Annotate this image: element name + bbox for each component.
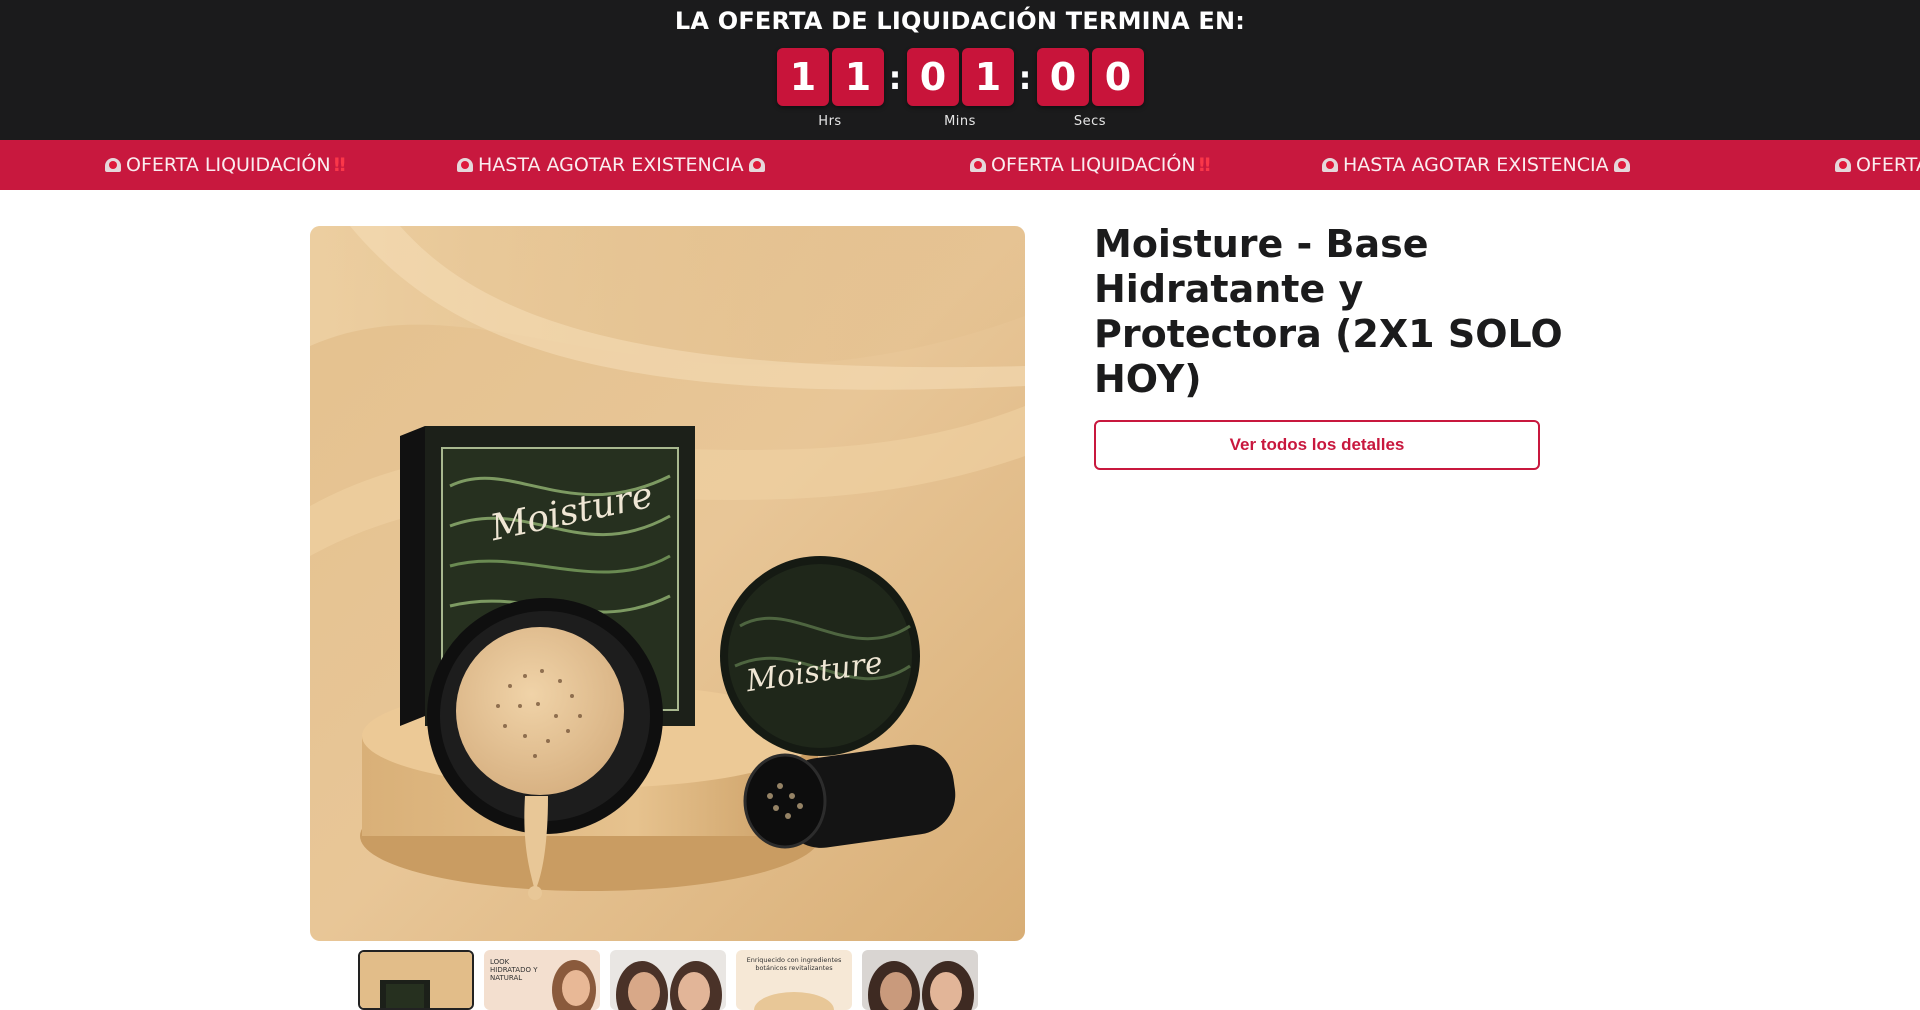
thumbnail-caption: LOOK HIDRATADO Y NATURAL bbox=[490, 958, 538, 982]
double-exclamation-icon: !! bbox=[332, 154, 347, 176]
thumbnail-4[interactable]: Enriquecido con ingredientes botánicos r… bbox=[736, 950, 852, 1010]
product-photo: Moisture Moisture bbox=[310, 226, 1025, 941]
timer-separator: : bbox=[888, 59, 902, 97]
minutes-digit-2: 1 bbox=[962, 48, 1014, 106]
marquee-item: HASTA AGOTAR EXISTENCIA bbox=[1317, 140, 1635, 190]
seconds-label: Secs bbox=[1073, 114, 1107, 129]
siren-icon bbox=[105, 158, 121, 172]
timer-separator: : bbox=[1018, 59, 1032, 97]
minutes-digit-1: 0 bbox=[907, 48, 959, 106]
siren-icon bbox=[970, 158, 986, 172]
thumbnail-5[interactable] bbox=[862, 950, 978, 1010]
siren-icon bbox=[1835, 158, 1851, 172]
marquee-item: OFERTA LIQUIDACIÓN!! bbox=[100, 140, 347, 190]
marquee-item: OFERTA bbox=[1830, 140, 1920, 190]
announcement-marquee: OFERTA LIQUIDACIÓN!! HASTA AGOTAR EXISTE… bbox=[0, 140, 1920, 190]
view-details-button[interactable]: Ver todos los detalles bbox=[1094, 420, 1540, 470]
thumbnail-caption: Enriquecido con ingredientes botánicos r… bbox=[746, 956, 842, 972]
hours-digit-1: 1 bbox=[777, 48, 829, 106]
thumbnail-image bbox=[360, 952, 472, 1008]
thumbnail-image bbox=[610, 950, 726, 1010]
thumbnail-1[interactable] bbox=[358, 950, 474, 1010]
siren-icon bbox=[1613, 158, 1630, 172]
product-title: Moisture - Base Hidratante y Protectora … bbox=[1094, 222, 1563, 401]
minutes-label: Mins bbox=[944, 114, 976, 129]
double-exclamation-icon: !! bbox=[1197, 154, 1212, 176]
thumbnail-2[interactable]: LOOK HIDRATADO Y NATURAL bbox=[484, 950, 600, 1010]
thumbnail-3[interactable] bbox=[610, 950, 726, 1010]
siren-icon bbox=[748, 158, 765, 172]
siren-icon bbox=[457, 158, 473, 172]
marquee-item: OFERTA LIQUIDACIÓN!! bbox=[965, 140, 1212, 190]
siren-icon bbox=[1322, 158, 1338, 172]
seconds-digit-1: 0 bbox=[1037, 48, 1089, 106]
seconds-digit-2: 0 bbox=[1092, 48, 1144, 106]
hours-digit-2: 1 bbox=[832, 48, 884, 106]
product-main-image[interactable]: Moisture Moisture bbox=[310, 226, 1025, 941]
marquee-item: HASTA AGOTAR EXISTENCIA bbox=[452, 140, 770, 190]
thumbnail-image bbox=[862, 950, 978, 1010]
hours-label: Hrs bbox=[818, 114, 842, 129]
countdown-title: LA OFERTA DE LIQUIDACIÓN TERMINA EN: bbox=[674, 7, 1246, 35]
countdown-bar: LA OFERTA DE LIQUIDACIÓN TERMINA EN: 1 1… bbox=[0, 0, 1920, 140]
